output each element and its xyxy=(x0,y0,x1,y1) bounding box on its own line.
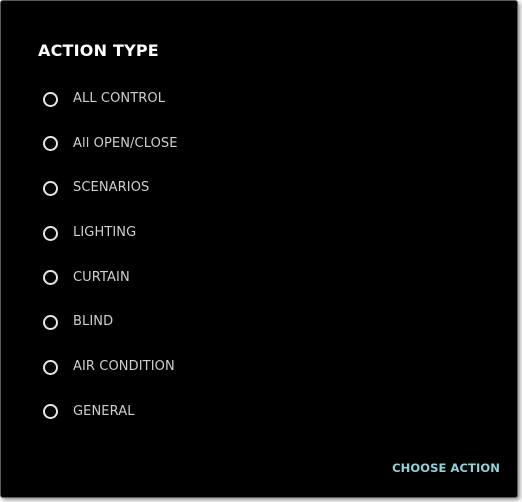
radio-unchecked-icon[interactable] xyxy=(43,314,58,330)
option-curtain[interactable]: CURTAIN xyxy=(43,267,178,289)
action-type-dialog: ACTION TYPE ALL CONTROL All OPEN/CLOSE S… xyxy=(0,0,518,498)
option-all-open-close[interactable]: All OPEN/CLOSE xyxy=(43,133,178,155)
radio-unchecked-icon[interactable] xyxy=(43,180,58,196)
option-label: CURTAIN xyxy=(73,269,130,285)
option-label: SCENARIOS xyxy=(73,180,150,196)
radio-unchecked-icon[interactable] xyxy=(43,136,58,152)
option-all-control[interactable]: ALL CONTROL xyxy=(43,88,178,110)
option-air-condition[interactable]: AIR CONDITION xyxy=(43,356,178,378)
radio-unchecked-icon[interactable] xyxy=(43,91,58,107)
option-label: All OPEN/CLOSE xyxy=(73,135,178,151)
option-lighting[interactable]: LIGHTING xyxy=(43,222,178,244)
dialog-title: ACTION TYPE xyxy=(38,41,159,60)
action-type-list: ALL CONTROL All OPEN/CLOSE SCENARIOS LIG… xyxy=(43,88,178,446)
option-general[interactable]: GENERAL xyxy=(43,401,178,423)
option-label: LIGHTING xyxy=(73,225,137,241)
radio-unchecked-icon[interactable] xyxy=(43,225,58,241)
radio-unchecked-icon[interactable] xyxy=(43,359,58,375)
option-blind[interactable]: BLIND xyxy=(43,311,178,333)
option-label: AIR CONDITION xyxy=(73,359,175,375)
radio-unchecked-icon[interactable] xyxy=(43,404,58,420)
choose-action-button[interactable]: CHOOSE ACTION xyxy=(392,461,500,475)
option-label: BLIND xyxy=(73,314,114,330)
option-label: ALL CONTROL xyxy=(73,91,166,106)
radio-unchecked-icon[interactable] xyxy=(43,270,58,286)
option-label: GENERAL xyxy=(73,403,135,419)
option-scenarios[interactable]: SCENARIOS xyxy=(43,177,178,199)
